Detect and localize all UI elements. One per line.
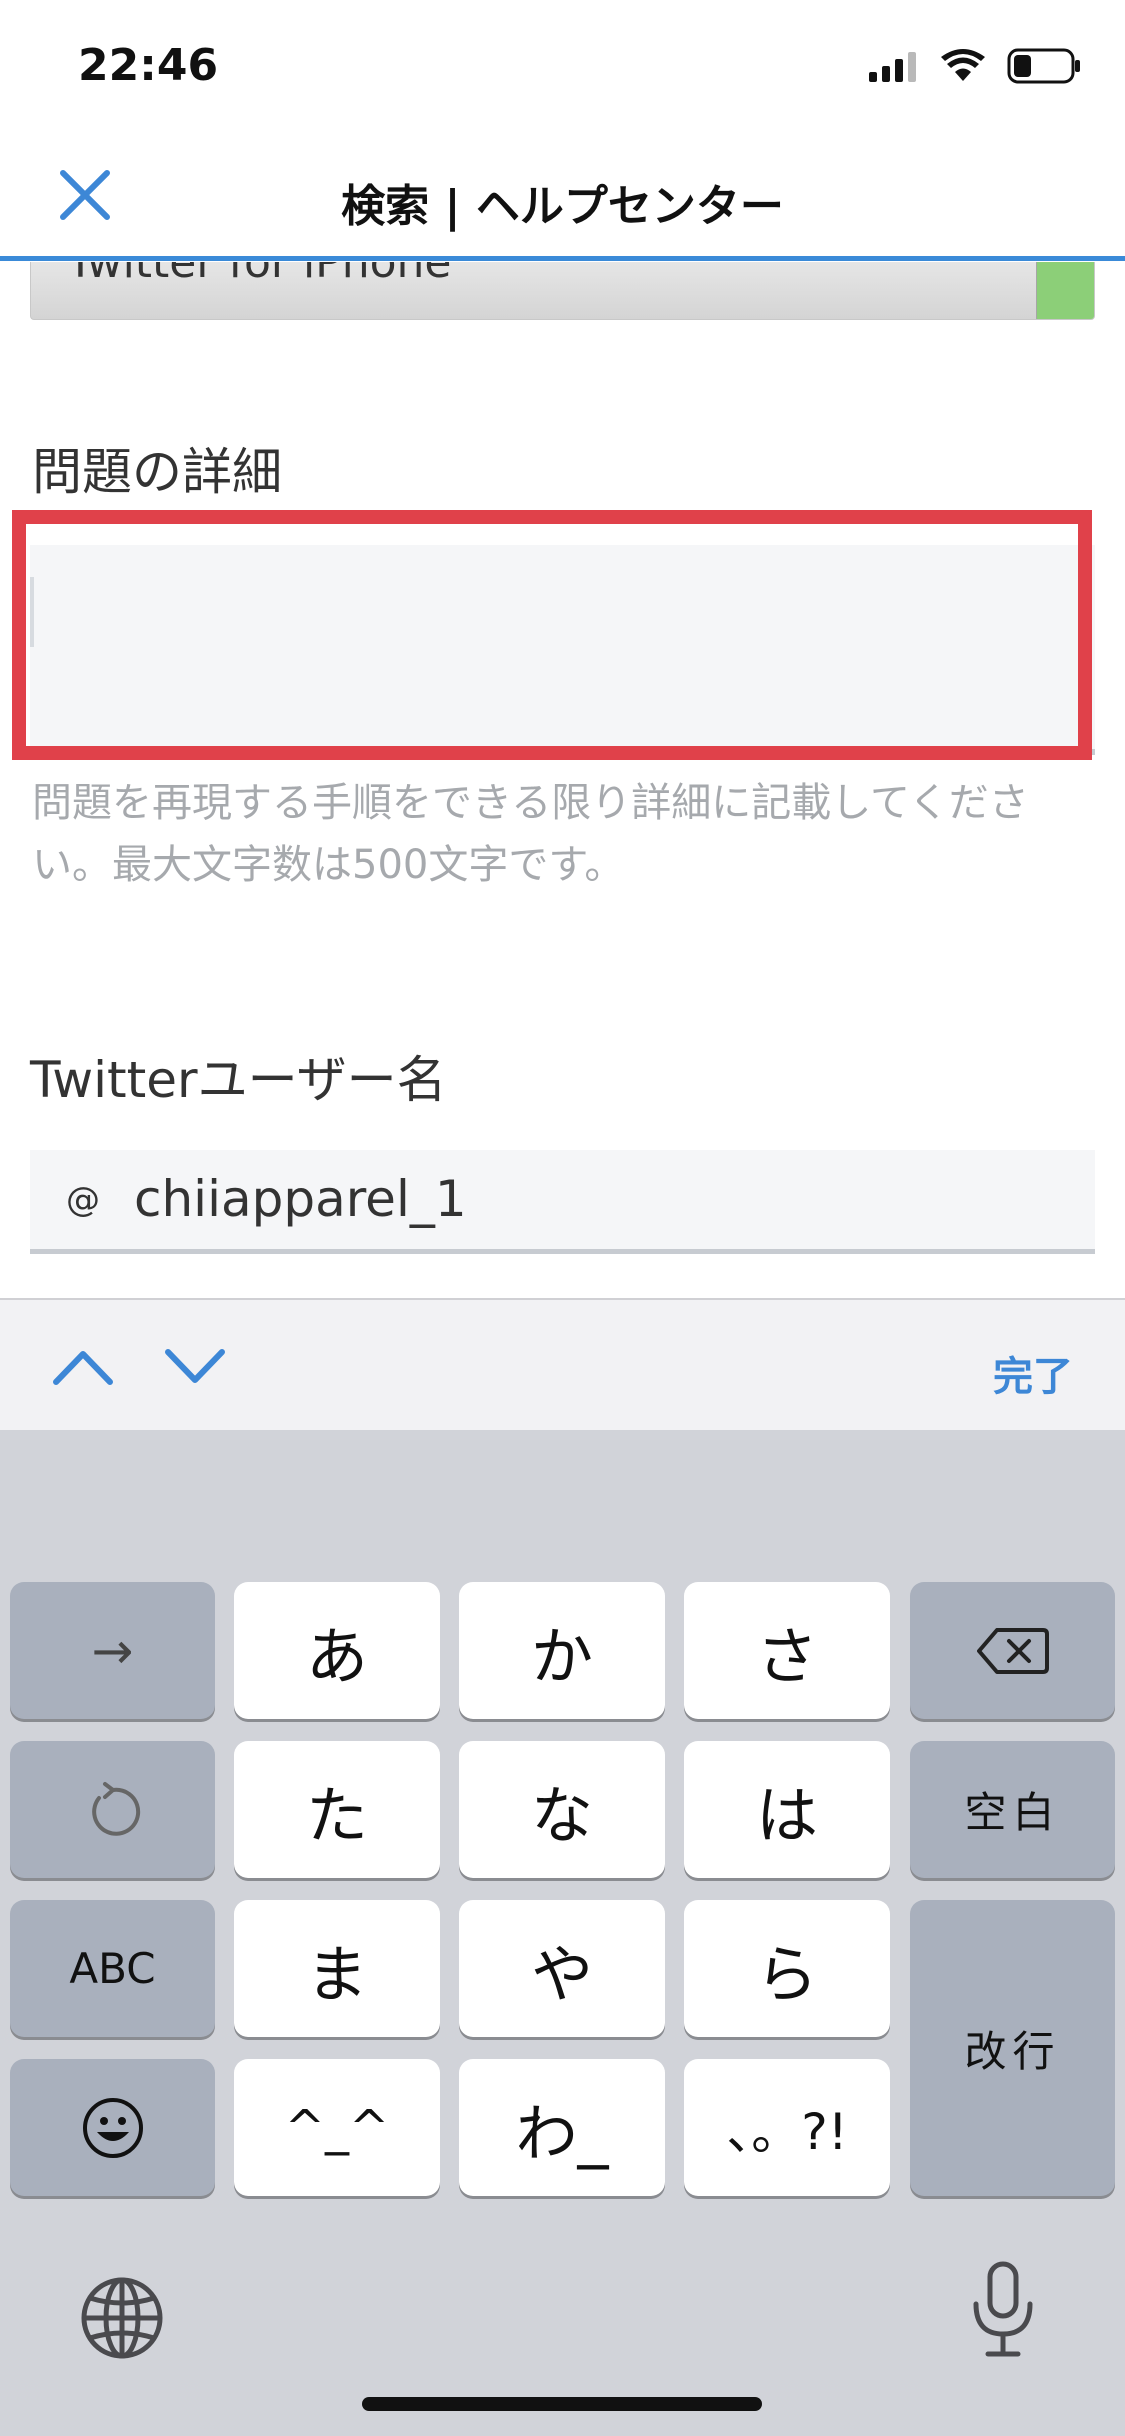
chevron-up-icon <box>53 1351 113 1385</box>
key-wa[interactable]: わ_ <box>459 2059 665 2196</box>
arrow-right-icon: → <box>91 1621 134 1680</box>
status-icons <box>869 48 1081 84</box>
form-accessory-bar: 完了 <box>0 1298 1125 1430</box>
highlight-frame <box>12 510 1092 760</box>
globe-icon <box>81 2277 163 2359</box>
key-na[interactable]: な <box>459 1741 665 1878</box>
client-select-value: Twitter for iPhone <box>67 262 452 288</box>
abc-key[interactable]: ABC <box>10 1900 215 2037</box>
key-emoticon[interactable]: ^_^ <box>234 2059 440 2196</box>
previous-field-button[interactable] <box>48 1336 118 1396</box>
progress-bar <box>0 256 1125 261</box>
web-content: Twitter for iPhone 問題の詳細 問題を再現する手順をできる限り… <box>0 262 1125 1297</box>
page-title: 検索 | ヘルプセンター <box>341 181 784 232</box>
return-key[interactable]: 改行 <box>910 1900 1115 2196</box>
mic-icon <box>973 2261 1033 2357</box>
key-a[interactable]: あ <box>234 1582 440 1719</box>
emoji-key[interactable] <box>10 2059 215 2196</box>
client-select[interactable]: Twitter for iPhone <box>30 262 1095 320</box>
japanese-kana-keyboard: → あ か さ た な は 空白 ABC ま や ら 改行 ^_^ わ_ 、。?… <box>0 1430 1125 2436</box>
key-punctuation[interactable]: 、。?! <box>684 2059 890 2196</box>
globe-button[interactable] <box>80 2276 164 2360</box>
signal-icon <box>869 52 916 82</box>
next-char-key[interactable]: → <box>10 1582 215 1719</box>
details-help-text: 問題を再現する手順をできる限り詳細に記載してください。最大文字数は500文字です… <box>32 780 1029 888</box>
delete-icon <box>976 1627 1049 1674</box>
username-field[interactable]: @ chiiapparel_1 <box>30 1150 1095 1254</box>
key-ha[interactable]: は <box>684 1741 890 1878</box>
key-ya[interactable]: や <box>459 1900 665 2037</box>
delete-key[interactable] <box>910 1582 1115 1719</box>
key-ta[interactable]: た <box>234 1741 440 1878</box>
chevron-down-icon <box>165 1349 225 1383</box>
status-bar: 22:46 <box>0 0 1125 130</box>
battery-icon <box>1007 48 1080 84</box>
emoji-icon <box>82 2097 143 2158</box>
username-label: Twitterユーザー名 <box>30 1051 447 1109</box>
at-sign: @ <box>66 1180 100 1220</box>
wifi-icon <box>941 49 985 81</box>
home-indicator[interactable] <box>362 2397 762 2411</box>
dictation-button[interactable] <box>968 2260 1038 2360</box>
key-ma[interactable]: ま <box>234 1900 440 2037</box>
key-ra[interactable]: ら <box>684 1900 890 2037</box>
status-time: 22:46 <box>78 40 219 91</box>
done-button[interactable]: 完了 <box>993 1344 1073 1402</box>
username-value: chiiapparel_1 <box>134 1170 467 1228</box>
nav-header: 検索 | ヘルプセンター <box>0 130 1125 261</box>
space-key[interactable]: 空白 <box>910 1741 1115 1878</box>
details-label: 問題の詳細 <box>32 443 282 501</box>
undo-icon <box>91 1781 140 1836</box>
key-sa[interactable]: さ <box>684 1582 890 1719</box>
key-ka[interactable]: か <box>459 1582 665 1719</box>
undo-key[interactable] <box>10 1741 215 1878</box>
next-field-button[interactable] <box>160 1336 230 1396</box>
select-arrow-icon <box>1036 262 1094 319</box>
